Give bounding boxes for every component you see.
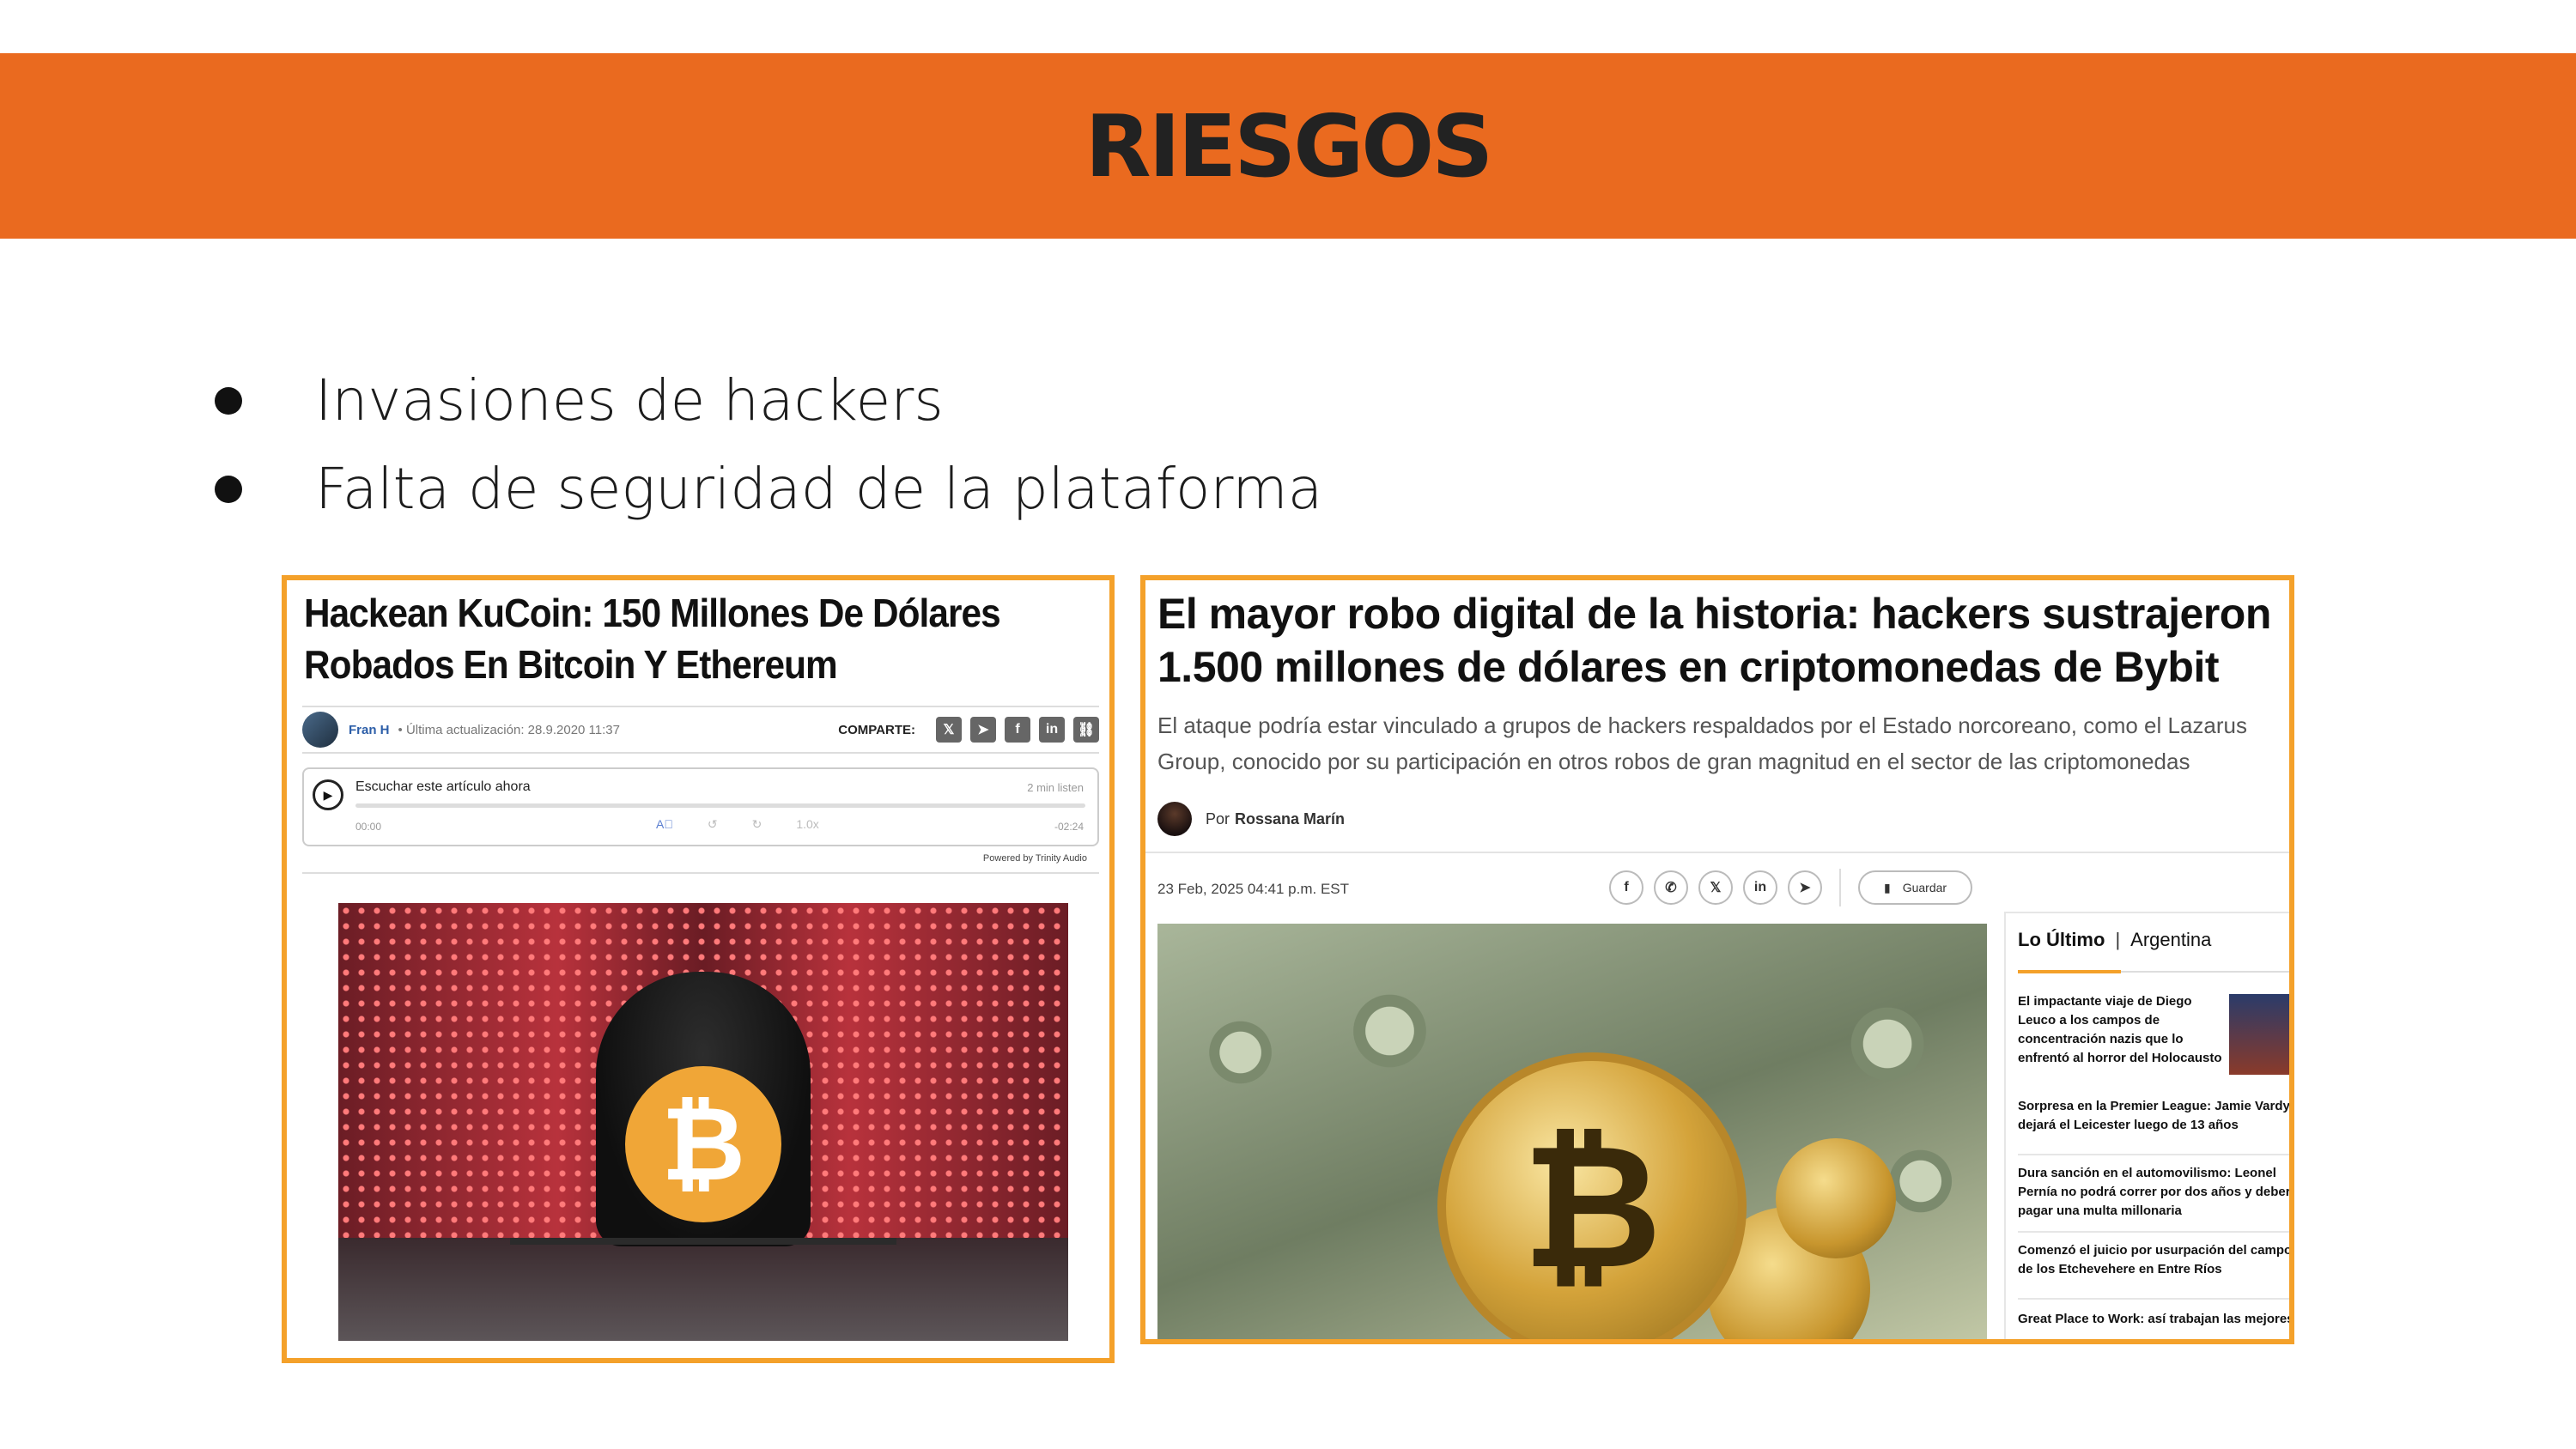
save-button[interactable]: ▮ Guardar: [1858, 870, 1973, 905]
play-icon[interactable]: ▶: [313, 779, 343, 810]
image-floor: [338, 1238, 1068, 1341]
news-item[interactable]: Sorpresa en la Premier League: Jamie Var…: [2018, 1097, 2289, 1155]
telegram-icon[interactable]: ➤: [1788, 870, 1822, 905]
author-avatar[interactable]: [302, 712, 338, 748]
share-bar: f ✆ 𝕏 in ➤ ▮ Guardar: [1609, 869, 1973, 906]
article-date: 23 Feb, 2025 04:41 p.m. EST: [1157, 881, 1350, 897]
article-byline: Por Rossana Marín: [1157, 802, 1345, 836]
audio-player: ▶ Escuchar este artículo ahora 2 min lis…: [302, 767, 1099, 846]
article-title[interactable]: El mayor robo digital de la historia: ha…: [1157, 587, 2282, 694]
facebook-icon[interactable]: f: [1005, 717, 1030, 743]
tab-latest[interactable]: Lo Último: [2018, 929, 2105, 951]
latest-news-sidebar: Lo Último | Argentina El impactante viaj…: [2004, 912, 2289, 1339]
article-card-bybit: El mayor robo digital de la historia: ha…: [1140, 575, 2294, 1344]
bookmark-icon: ▮: [1884, 880, 1891, 894]
bullet-text: Invasiones de hackers: [315, 367, 944, 433]
bullet-dot-icon: [215, 386, 242, 415]
updated-time: Última actualización: 28.9.2020 11:37: [405, 722, 620, 737]
article-meta: Fran H • Última actualización: 28.9.2020…: [302, 706, 1099, 754]
bitcoin-icon: ₿: [1437, 1052, 1747, 1339]
save-label: Guardar: [1902, 881, 1947, 894]
bitcoin-money-image: ₿: [1157, 924, 1987, 1339]
active-tab-underline: [2018, 970, 2121, 973]
slide-title: RIESGOS: [1084, 95, 1494, 197]
bitcoin-icon: ₿: [625, 1066, 781, 1222]
powered-by: Powered by Trinity Audio: [982, 853, 1087, 864]
news-item[interactable]: Dura sanción en el automovilismo: Leonel…: [2018, 1164, 2289, 1233]
news-item[interactable]: Great Place to Work: así trabajan las me…: [2018, 1310, 2289, 1339]
title-banner: RIESGOS: [0, 53, 2576, 239]
rewind-icon[interactable]: ↺: [708, 817, 718, 832]
bullet-dot-icon: [215, 475, 242, 503]
divider: [302, 872, 1099, 874]
audio-progress-bar[interactable]: [355, 803, 1085, 808]
bullet-text: Falta de seguridad de la plataforma: [315, 456, 1323, 522]
sidebar-tabs: Lo Último | Argentina: [2018, 929, 2211, 951]
article-title[interactable]: Hackean KuCoin: 150 Millones De Dólares …: [304, 587, 1039, 690]
bullet-item: Invasiones de hackers: [215, 356, 1322, 445]
speed-button[interactable]: 1.0x: [796, 817, 818, 832]
tab-underline: [2121, 971, 2289, 973]
gold-coin: [1776, 1138, 1896, 1258]
bullet-list: Invasiones de hackers Falta de seguridad…: [215, 356, 1322, 533]
link-icon[interactable]: ⛓: [1073, 717, 1099, 743]
news-item[interactable]: El impactante viaje de Diego Leuco a los…: [2018, 992, 2224, 1095]
article-subtitle: El ataque podría estar vinculado a grupo…: [1157, 712, 2247, 774]
whatsapp-icon[interactable]: ✆: [1654, 870, 1688, 905]
audio-end-time: -02:24: [1054, 821, 1084, 833]
audio-length: 2 min listen: [1027, 781, 1084, 794]
byline-prefix: Por: [1206, 809, 1230, 828]
divider: [1145, 852, 2289, 853]
meta-separator: •: [398, 722, 406, 737]
tab-region[interactable]: Argentina: [2130, 929, 2211, 951]
tab-separator: |: [2115, 929, 2121, 950]
news-item[interactable]: Comenzó el juicio por usurpación del cam…: [2018, 1241, 2289, 1300]
article-card-kucoin: Hackean KuCoin: 150 Millones De Dólares …: [282, 575, 1115, 1363]
x-icon[interactable]: 𝕏: [936, 717, 962, 743]
x-icon[interactable]: 𝕏: [1698, 870, 1733, 905]
separator: [1839, 869, 1841, 906]
news-thumbnail[interactable]: [2229, 994, 2289, 1075]
share-label: COMPARTE:: [838, 722, 915, 737]
author-name[interactable]: Fran H: [349, 723, 390, 737]
translate-icon[interactable]: A⃞: [656, 817, 673, 832]
forward-icon[interactable]: ↻: [752, 817, 762, 832]
linkedin-icon[interactable]: in: [1039, 717, 1065, 743]
hacker-bitcoin-image: ₿: [338, 903, 1068, 1341]
facebook-icon[interactable]: f: [1609, 870, 1643, 905]
audio-start-time: 00:00: [355, 821, 382, 833]
linkedin-icon[interactable]: in: [1743, 870, 1777, 905]
audio-label: Escuchar este artículo ahora: [355, 779, 531, 794]
author-name[interactable]: Rossana Marín: [1235, 810, 1345, 828]
audio-controls: A⃞ ↺ ↻ 1.0x: [656, 817, 819, 832]
bullet-item: Falta de seguridad de la plataforma: [215, 445, 1322, 533]
telegram-icon[interactable]: ➤: [970, 717, 996, 743]
author-avatar[interactable]: [1157, 802, 1192, 836]
image-desk: [510, 1238, 896, 1245]
